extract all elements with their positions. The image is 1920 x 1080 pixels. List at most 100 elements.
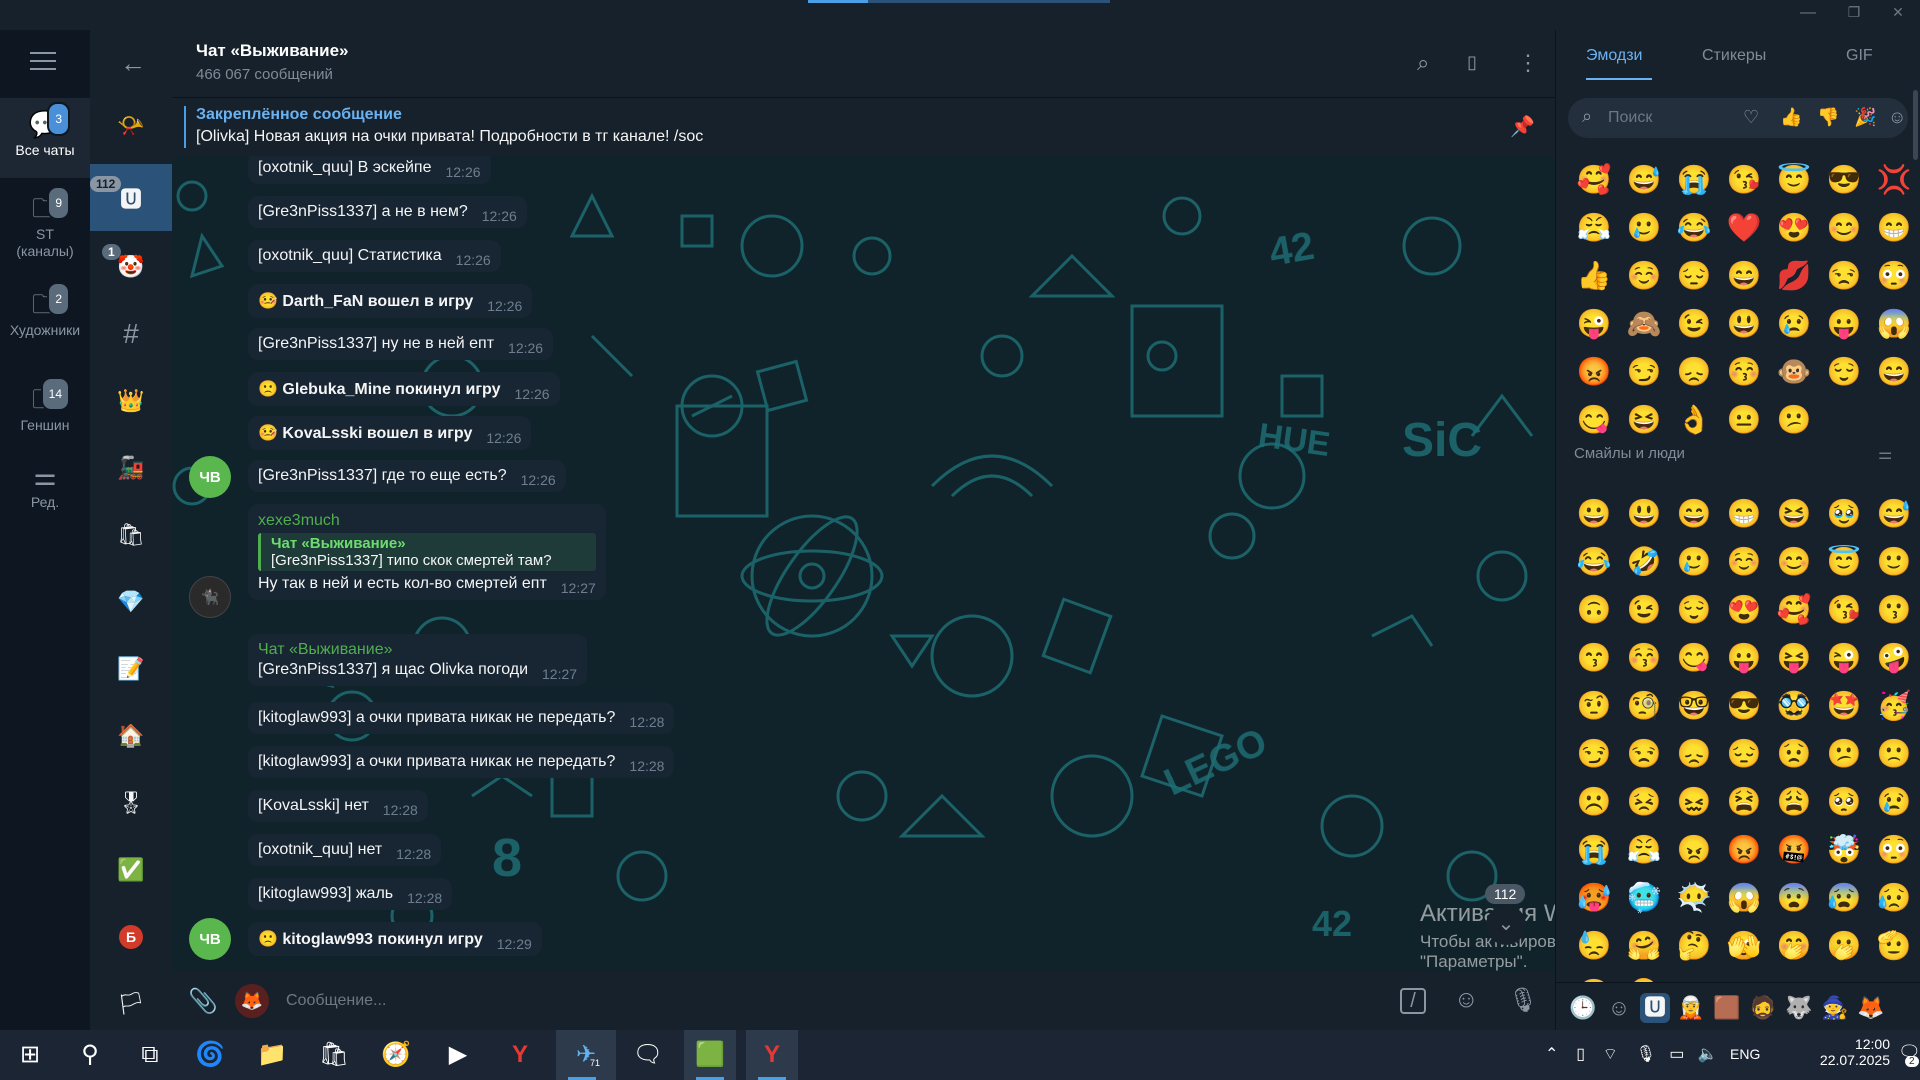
browser-icon[interactable]: 🧭	[370, 1030, 422, 1080]
emoji-set[interactable]: 🧝	[1676, 993, 1706, 1023]
message-bubble[interactable]: [oxotnik_quu] нет 12:28	[248, 834, 442, 866]
emoji-button[interactable]: ☹️	[1569, 786, 1619, 818]
emoji-button[interactable]: 🤨	[1569, 690, 1619, 722]
emoji-button[interactable]: 😕	[1769, 404, 1819, 436]
message-bubble[interactable]: [oxotnik_quu] Статистика 12:26	[248, 240, 501, 272]
message-bubble[interactable]: xexe3much Чат «Выживание» [Gre3nPiss1337…	[248, 504, 606, 600]
emoji-button[interactable]: 😊	[1819, 212, 1869, 244]
emoji-button[interactable]: 🥰	[1569, 164, 1619, 196]
emoji-button[interactable]: 😚	[1619, 642, 1669, 674]
folder-genshin[interactable]: 🗀14 Геншин	[0, 373, 90, 453]
microphone-icon[interactable]: 🎙	[1508, 986, 1538, 1015]
emoji-button[interactable]: 😓	[1569, 930, 1619, 962]
emoji-button[interactable]: 😭	[1569, 834, 1619, 866]
emoji-button[interactable]: 😛	[1719, 642, 1769, 674]
party-icon[interactable]: 🎉	[1854, 107, 1876, 128]
emoji-button[interactable]: 😞	[1669, 356, 1719, 388]
emoji-button[interactable]: ☺️	[1719, 546, 1769, 578]
emoji-button[interactable]: 😩	[1769, 786, 1819, 818]
emoji-button[interactable]: 😞	[1669, 738, 1719, 770]
back-arrow-icon[interactable]: ←	[120, 48, 146, 79]
emoji-button[interactable]: 🤯	[1819, 834, 1869, 866]
emoji-button[interactable]: 🤔	[1669, 930, 1719, 962]
emoji-button[interactable]: 🥸	[1769, 690, 1819, 722]
chat-item[interactable]: 🏠	[90, 702, 172, 769]
avatar[interactable]: ЧВ	[189, 456, 231, 498]
recent-clock-icon[interactable]: 🕒	[1568, 993, 1598, 1023]
emoji-button[interactable]: 😚	[1719, 356, 1769, 388]
emoji-button[interactable]: 🤬	[1769, 834, 1819, 866]
emoji-button[interactable]: 🤩	[1819, 690, 1869, 722]
emoji-button[interactable]: 😎	[1719, 690, 1769, 722]
chat-item[interactable]: 💎	[90, 568, 172, 635]
file-explorer-icon[interactable]: 📁	[246, 1030, 298, 1080]
emoji-button[interactable]: 😄	[1669, 498, 1719, 530]
emoji-button[interactable]: 😜	[1569, 308, 1619, 340]
emoji-button[interactable]: 😍	[1769, 212, 1819, 244]
maximize-button[interactable]: ❐	[1834, 4, 1874, 21]
emoji-button[interactable]: 😕	[1819, 738, 1869, 770]
emoji-button[interactable]: 😔	[1669, 260, 1719, 292]
emoji-set[interactable]: 🟫	[1712, 993, 1742, 1023]
emoji-button[interactable]: 🥺	[1819, 786, 1869, 818]
message-input[interactable]	[286, 987, 1386, 1015]
emoji-button[interactable]: 😗	[1869, 594, 1919, 626]
tab-emoji[interactable]: Эмодзи	[1586, 47, 1642, 65]
folder-all-chats[interactable]: 💬 3 Все чаты	[0, 98, 90, 178]
chat-item[interactable]: Б	[90, 903, 172, 970]
chat-item[interactable]: 🏳	[90, 970, 172, 1037]
emoji-button[interactable]: 😋	[1569, 404, 1619, 436]
emoji-button[interactable]: 😙	[1569, 642, 1619, 674]
bot-commands-icon[interactable]: /	[1400, 988, 1426, 1014]
emoji-button[interactable]: 💢	[1869, 164, 1919, 196]
minecraft-icon[interactable]: 🟩	[684, 1030, 736, 1080]
smileys-icon[interactable]: ☺	[1604, 993, 1634, 1023]
chevron-up-icon[interactable]: ⌃	[1545, 1046, 1558, 1063]
emoji-button[interactable]: 😭	[1669, 164, 1719, 196]
message-bubble[interactable]: [kitoglaw993] а очки привата никак не пе…	[248, 746, 675, 778]
chat-item[interactable]: 📝	[90, 635, 172, 702]
message-bubble[interactable]: [KovaLsski] нет 12:28	[248, 790, 428, 822]
emoji-button[interactable]: 😂	[1669, 212, 1719, 244]
emoji-button[interactable]: 😄	[1719, 260, 1769, 292]
message-bubble[interactable]: [kitoglaw993] жаль 12:28	[248, 878, 453, 910]
emoji-button[interactable]: 😉	[1619, 594, 1669, 626]
paperclip-icon[interactable]: 📎	[188, 987, 218, 1016]
emoji-button[interactable]: 😊	[1769, 546, 1819, 578]
emoji-set[interactable]: 🧙	[1820, 993, 1850, 1023]
message-bubble[interactable]: 🙁 Glebuka_Mine покинул игру 12:26	[248, 372, 560, 406]
emoji-button[interactable]: 😉	[1669, 308, 1719, 340]
smile-icon[interactable]: ☺	[1888, 107, 1906, 128]
minimize-button[interactable]: —	[1788, 4, 1828, 22]
skin-tone-settings-icon[interactable]: ⚌	[1878, 444, 1892, 464]
emoji-button[interactable]: 😋	[1669, 642, 1719, 674]
emoji-button[interactable]: 😝	[1769, 642, 1819, 674]
thumbs-up-icon[interactable]: 👍	[1780, 107, 1802, 128]
emoji-button[interactable]: 😇	[1769, 164, 1819, 196]
emoji-search-input[interactable]	[1608, 106, 1728, 130]
message-bubble[interactable]: [oxotnik_quu] В эскейпе 12:26	[248, 156, 491, 184]
emoji-button[interactable]: 🤭	[1769, 930, 1819, 962]
emoji-button[interactable]: 😁	[1869, 212, 1919, 244]
start-button[interactable]: ⊞	[4, 1030, 56, 1080]
emoji-button[interactable]: 😘	[1719, 164, 1769, 196]
chat-item[interactable]: 🎖	[90, 769, 172, 836]
telegram-icon[interactable]: ✈ 71	[556, 1030, 616, 1080]
pinned-message[interactable]: Закреплённое сообщение [Olivka] Новая ак…	[172, 98, 1555, 156]
emoji-button[interactable]: 👍	[1569, 260, 1619, 292]
emoji-button[interactable]: 😎	[1819, 164, 1869, 196]
emoji-button[interactable]: 😌	[1669, 594, 1719, 626]
emoji-set[interactable]: 🦊	[1856, 993, 1886, 1023]
folder-st-channels[interactable]: 🗀 9 ST (каналы)	[0, 182, 90, 274]
scrollbar[interactable]	[1913, 90, 1918, 160]
emoji-button[interactable]: 😌	[1819, 356, 1869, 388]
emoji-button[interactable]: 😂	[1569, 546, 1619, 578]
emoji-button[interactable]: 🥲	[1619, 212, 1669, 244]
emoji-button[interactable]: 🙁	[1869, 738, 1919, 770]
emoji-set[interactable]: 🆄	[1640, 993, 1670, 1023]
emoji-button[interactable]: 🤓	[1669, 690, 1719, 722]
emoji-button[interactable]: 🥳	[1869, 690, 1919, 722]
tab-stickers[interactable]: Стикеры	[1702, 47, 1766, 65]
search-icon[interactable]: ⌕	[1417, 50, 1429, 76]
emoji-button[interactable]: 💋	[1769, 260, 1819, 292]
